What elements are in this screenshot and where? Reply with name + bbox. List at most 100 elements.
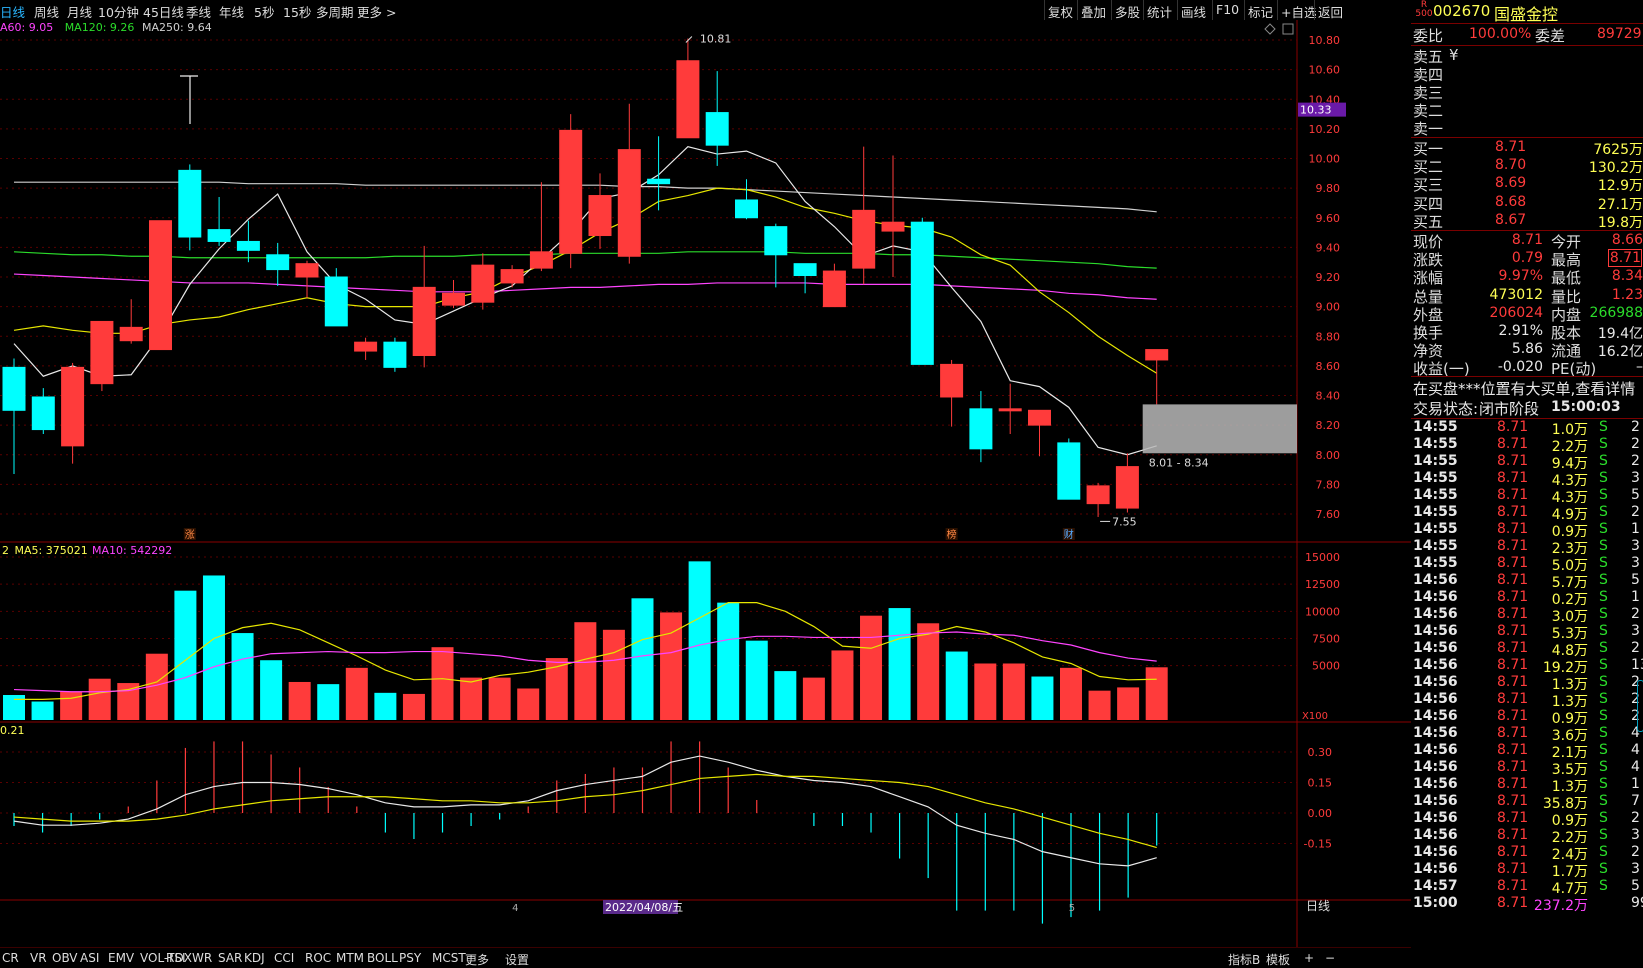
- candle-body[interactable]: [822, 270, 846, 308]
- indicator-tab[interactable]: WR: [192, 951, 212, 965]
- indicator-tab[interactable]: ASI: [80, 951, 99, 965]
- candle-body[interactable]: [676, 60, 700, 139]
- candle-body[interactable]: [881, 221, 905, 232]
- candle-body[interactable]: [412, 286, 436, 357]
- indicator-tab[interactable]: BOLL: [367, 951, 398, 965]
- candle-body[interactable]: [471, 264, 495, 303]
- period-tab[interactable]: 10分钟: [98, 2, 139, 21]
- toolbar-separator: [1077, 0, 1078, 20]
- volume-bar: [402, 693, 425, 720]
- toolbar-button[interactable]: +自选: [1281, 2, 1316, 21]
- period-tab[interactable]: 年线: [219, 2, 244, 21]
- volume-tick-label: 5000: [1312, 660, 1340, 673]
- indicator-tab[interactable]: 更多: [465, 951, 489, 968]
- indicator-tab[interactable]: 设置: [505, 951, 529, 968]
- candle-body[interactable]: [559, 129, 583, 254]
- tick-side: S: [1599, 470, 1608, 486]
- indicator-tab[interactable]: SAR: [218, 951, 242, 965]
- indicator-control[interactable]: 模板: [1266, 951, 1290, 968]
- indicator-tab[interactable]: MTM: [336, 951, 364, 965]
- candle-body[interactable]: [1115, 466, 1139, 509]
- tick-side: S: [1599, 555, 1608, 571]
- indicator-tab[interactable]: RSI: [166, 951, 186, 965]
- indicator-tab[interactable]: KDJ: [244, 951, 265, 965]
- period-tab[interactable]: 15秒: [283, 2, 311, 21]
- tick-row: 14:56 8.71 4.8万 S 2: [1413, 640, 1643, 659]
- candle-body[interactable]: [236, 240, 260, 251]
- candle-body[interactable]: [998, 408, 1022, 412]
- candle-body[interactable]: [500, 269, 524, 284]
- kline-chart[interactable]: 10.8010.6010.4010.2010.009.809.609.409.2…: [0, 20, 1411, 947]
- candle-body[interactable]: [2, 366, 26, 411]
- indicator-tab[interactable]: CCI: [274, 951, 294, 965]
- candle-body[interactable]: [1057, 442, 1081, 500]
- candle-body[interactable]: [354, 341, 378, 352]
- candle-body[interactable]: [793, 263, 817, 277]
- candle-body[interactable]: [764, 226, 788, 256]
- candle-body[interactable]: [324, 276, 348, 327]
- period-tab[interactable]: 更多 >: [357, 2, 396, 21]
- candle-body[interactable]: [295, 263, 319, 278]
- candle-body[interactable]: [178, 169, 202, 238]
- tick-row: 14:55 8.71 4.9万 S 2: [1413, 504, 1643, 523]
- period-tab[interactable]: 季线: [186, 2, 211, 21]
- toolbar-button[interactable]: 统计: [1147, 2, 1172, 21]
- candle-body[interactable]: [61, 366, 85, 447]
- indicator-control[interactable]: −: [1325, 951, 1335, 965]
- tick-time: 14:56: [1413, 708, 1458, 724]
- candle-body[interactable]: [647, 178, 671, 185]
- candle-body[interactable]: [588, 195, 612, 237]
- indicator-tab[interactable]: OBV: [52, 951, 78, 965]
- candle-body[interactable]: [90, 320, 114, 385]
- quote-value: –: [1636, 359, 1643, 376]
- toolbar-button[interactable]: 复权: [1048, 2, 1073, 21]
- status-value: 闭市阶段: [1479, 400, 1540, 418]
- toolbar-button[interactable]: 多股: [1115, 2, 1140, 21]
- candle-body[interactable]: [1028, 409, 1051, 426]
- indicator-tab[interactable]: ROC: [305, 951, 331, 965]
- period-tab[interactable]: 日线: [0, 2, 25, 21]
- tick-list[interactable]: 14:55 8.71 1.0万 S 2 14:55 8.71 2.2万 S 2 14:55 8.71 9…: [1413, 419, 1643, 967]
- big-order-notice[interactable]: 在买盘***位置有大买单,查看详情: [1411, 378, 1643, 397]
- candle-body[interactable]: [705, 112, 729, 146]
- toolbar-button[interactable]: F10: [1216, 2, 1239, 17]
- candle-body[interactable]: [119, 326, 143, 342]
- indicator-tab[interactable]: CR: [2, 951, 19, 965]
- period-tab[interactable]: 5秒: [254, 2, 274, 21]
- toolbar-button[interactable]: 画线: [1181, 2, 1206, 21]
- candle-body[interactable]: [735, 199, 758, 219]
- tick-count: 2: [1631, 606, 1640, 622]
- toolbar-button[interactable]: 返回: [1318, 2, 1343, 21]
- candle-body[interactable]: [910, 221, 934, 365]
- candle-body[interactable]: [617, 149, 641, 257]
- stock-header[interactable]: R 500 002670 国盛金控: [1411, 0, 1643, 25]
- scroll-thumb[interactable]: [1637, 680, 1643, 732]
- period-tab[interactable]: 45日线: [143, 2, 184, 21]
- indicator-tab[interactable]: EMV: [108, 951, 134, 965]
- indicator-tab[interactable]: MCST: [432, 951, 466, 965]
- indicator-control[interactable]: +: [1304, 951, 1314, 965]
- candle-body[interactable]: [383, 341, 407, 368]
- volume-bar: [917, 623, 940, 720]
- candle-body[interactable]: [1086, 485, 1110, 505]
- candle-body[interactable]: [207, 229, 231, 242]
- period-tab[interactable]: 周线: [34, 2, 59, 21]
- indicator-control[interactable]: 指标B: [1228, 951, 1260, 968]
- bid-price: 8.71: [1495, 139, 1527, 155]
- candle-body[interactable]: [852, 209, 876, 269]
- candle-body[interactable]: [266, 254, 290, 271]
- toolbar-button[interactable]: 叠加: [1081, 2, 1106, 21]
- period-tab[interactable]: 多周期: [316, 2, 354, 21]
- candle-body[interactable]: [940, 363, 964, 398]
- indicator-bar: CR VR OBV ASI EMV VOL-TDX RSI WR SAR KDJ CCI ROC MTM…: [0, 947, 1411, 968]
- candle-body[interactable]: [149, 220, 172, 351]
- period-tab[interactable]: 月线: [67, 2, 92, 21]
- indicator-tab[interactable]: PSY: [399, 951, 421, 965]
- candle-body[interactable]: [529, 251, 553, 269]
- candle-body[interactable]: [31, 396, 55, 431]
- candle-body[interactable]: [442, 292, 465, 306]
- candle-body[interactable]: [1145, 349, 1169, 361]
- toolbar-button[interactable]: 标记: [1248, 2, 1273, 21]
- candle-body[interactable]: [969, 408, 993, 450]
- indicator-tab[interactable]: VR: [30, 951, 47, 965]
